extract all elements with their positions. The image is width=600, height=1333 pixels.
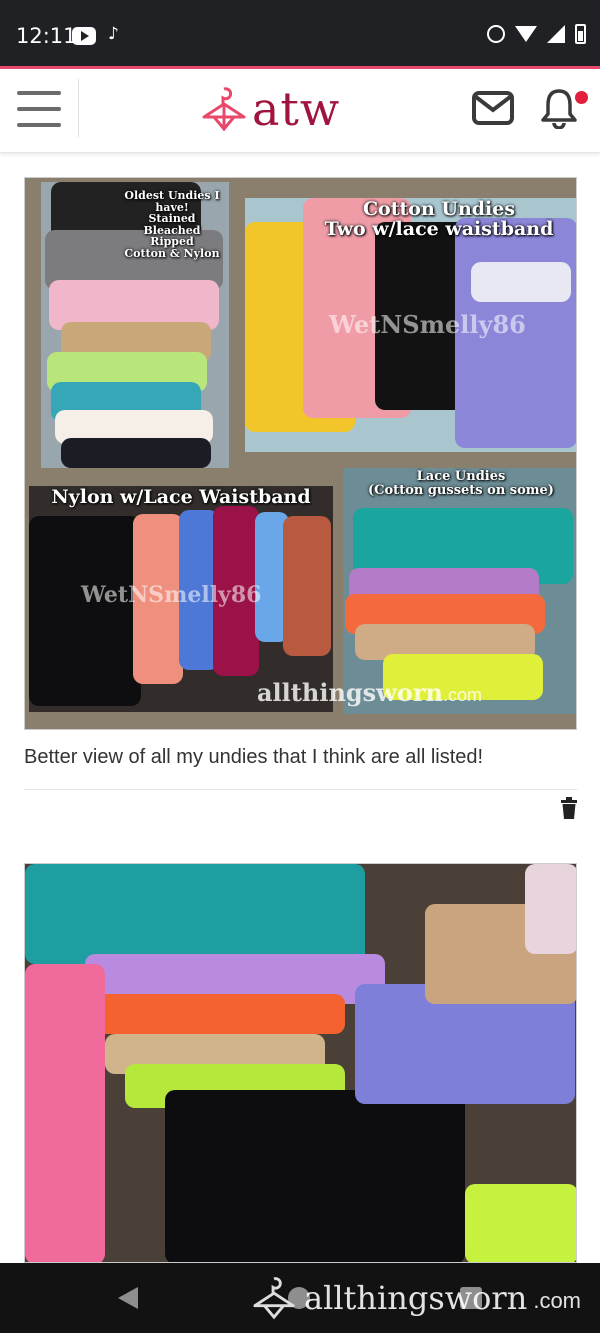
system-nav-bar: allthingsworn .com [0, 1263, 600, 1333]
hanger-logo-icon [253, 1277, 295, 1320]
youtube-icon [72, 27, 96, 45]
trash-icon[interactable] [560, 797, 578, 819]
site-watermark: allthingsworn.com [257, 678, 482, 707]
alarm-icon [487, 25, 505, 43]
logo-text: atw [252, 82, 341, 136]
wifi-icon [515, 26, 537, 42]
collage-panel-oldest: Oldest Undies I have! Stained Bleached R… [41, 182, 229, 468]
tiktok-icon: ♪ [108, 24, 119, 44]
menu-icon[interactable] [17, 91, 61, 127]
panel-title-cotton: Cotton Undies Two w/lace waistband [324, 198, 554, 240]
status-icons [487, 24, 586, 44]
notification-dot [575, 91, 588, 104]
post-caption: Better view of all my undies that I thin… [24, 746, 484, 768]
mail-icon[interactable] [472, 91, 514, 125]
panel-title-lace: Lace Undies (Cotton gussets on some) [368, 469, 554, 498]
watermark-text: WetNSmelly86 [81, 582, 262, 608]
nav-watermark: allthingsworn .com [250, 1273, 581, 1323]
watermark-text: WetNSmelly86 [329, 310, 526, 339]
post-image[interactable] [24, 863, 577, 1263]
logo[interactable]: atw [200, 81, 340, 137]
back-button[interactable] [118, 1287, 138, 1309]
panel-title-nylon: Nylon w/Lace Waistband [51, 486, 311, 508]
hanger-logo-icon [202, 87, 246, 132]
nav-watermark-suffix: .com [533, 1288, 582, 1313]
nav-watermark-text: allthingsworn [304, 1279, 528, 1317]
battery-icon [575, 24, 586, 44]
status-bar: 12:11 ♪ [0, 0, 600, 66]
status-time: 12:11 [16, 24, 77, 48]
app-screen: 12:11 ♪ atw Oldest Undies I have! Staine… [0, 0, 600, 1333]
panel-title-oldest: Oldest Undies I have! Stained Bleached R… [124, 189, 220, 260]
header-divider [78, 79, 79, 137]
app-header: atw [0, 69, 600, 153]
signal-icon [547, 25, 565, 43]
bell-icon[interactable] [540, 87, 578, 129]
collage-panel-cotton: Cotton Undies Two w/lace waistband WetNS… [245, 198, 576, 452]
post-divider [24, 789, 577, 790]
post-image[interactable]: Oldest Undies I have! Stained Bleached R… [24, 177, 577, 730]
